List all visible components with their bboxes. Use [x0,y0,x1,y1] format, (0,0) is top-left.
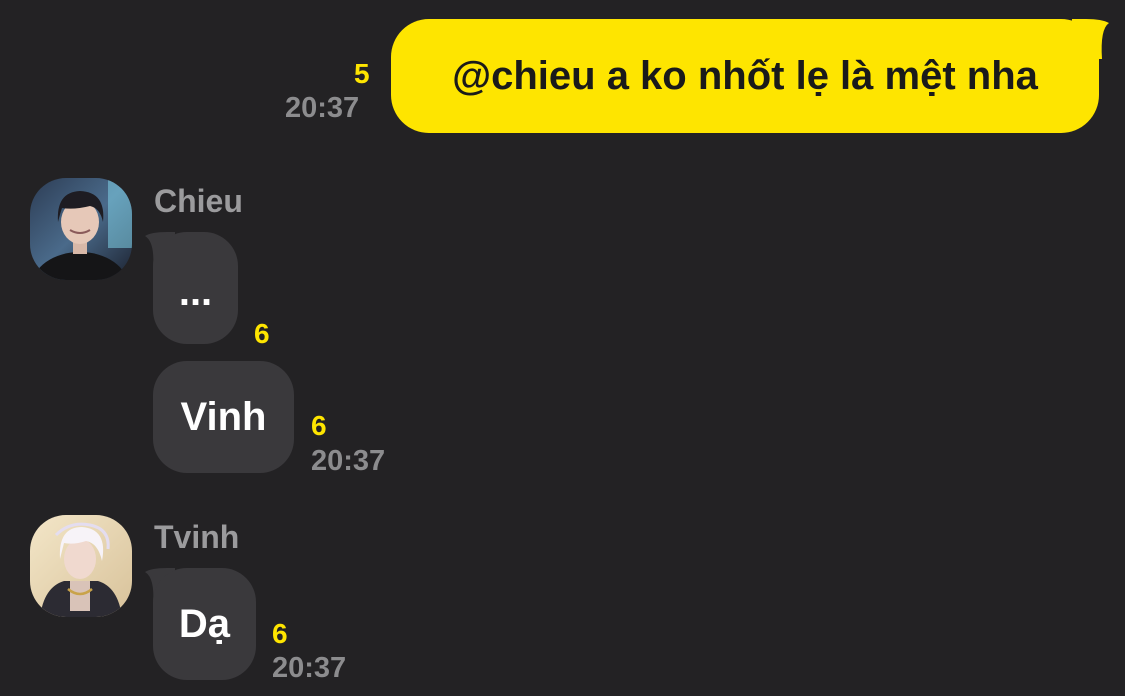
person-photo-icon [30,515,132,617]
outgoing-message-bubble[interactable]: @chieu a ko nhốt lẹ là mệt nha [391,19,1099,133]
message-text: Vinh [180,395,267,439]
avatar[interactable] [30,178,132,280]
incoming-message-bubble[interactable]: Vinh [153,361,294,473]
incoming-message-bubble[interactable]: Dạ [153,568,256,680]
message-text: Dạ [178,602,231,646]
sender-name: Tvinh [154,519,240,555]
message-text: ... [178,270,213,314]
message-text: @chieu a ko nhốt lẹ là mệt nha [452,54,1038,98]
person-photo-icon [30,178,132,280]
sender-name: Chieu [154,183,243,219]
unread-count: 6 [311,410,327,441]
message-timestamp: 20:37 [311,445,386,477]
avatar[interactable] [30,515,132,617]
unread-count: 6 [254,318,270,349]
unread-count: 6 [272,618,288,649]
message-timestamp: 20:37 [272,652,347,684]
incoming-message-bubble[interactable]: ... [153,232,238,344]
message-timestamp: 20:37 [285,92,360,124]
unread-count: 5 [354,58,370,89]
